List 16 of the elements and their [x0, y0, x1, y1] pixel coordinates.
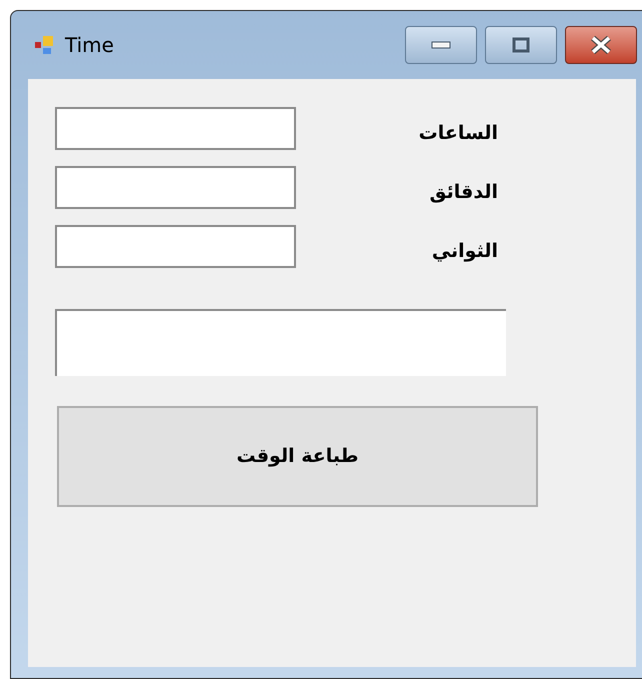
field-label: الدقائق: [428, 180, 498, 206]
window-title: Time: [65, 32, 114, 59]
field-label: الثواني: [430, 239, 498, 264]
number-field[interactable]: [55, 107, 296, 150]
output-field[interactable]: [55, 309, 506, 376]
minimize-icon: [431, 41, 451, 49]
number-field[interactable]: [55, 225, 296, 268]
close-button[interactable]: [565, 26, 637, 64]
close-icon: [590, 36, 612, 54]
maximize-icon: [512, 37, 530, 53]
app-icon: [33, 34, 55, 56]
minimize-button[interactable]: [405, 26, 477, 64]
print-time-button[interactable]: طباعة الوقت: [57, 406, 538, 507]
field-label: الساعات: [418, 121, 498, 146]
number-field[interactable]: [55, 166, 296, 209]
maximize-button[interactable]: [485, 26, 557, 64]
